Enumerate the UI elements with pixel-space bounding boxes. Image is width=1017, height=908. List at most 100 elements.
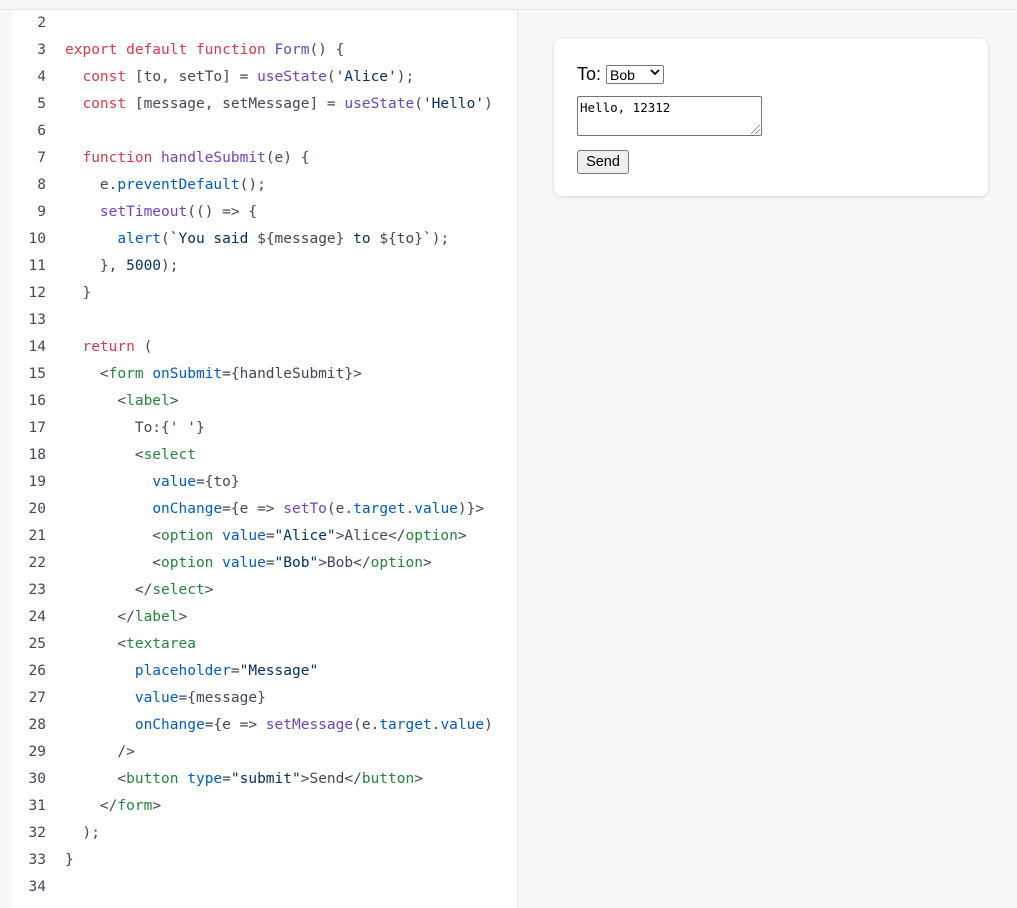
code-line[interactable]: 31 </form>: [12, 793, 517, 820]
code-text: }: [65, 847, 74, 874]
code-token: "Message": [239, 663, 319, 679]
code-line[interactable]: 17 To:{' '}: [12, 415, 517, 442]
code-line[interactable]: 26 placeholder="Message": [12, 658, 517, 685]
code-token: (e) {: [265, 150, 310, 166]
code-line[interactable]: 16 <label>: [12, 388, 517, 415]
code-token: alert: [117, 231, 162, 247]
code-editor[interactable]: 2 3 export default function Form() {4 cons…: [12, 10, 518, 908]
code-token: useState: [344, 96, 415, 112]
code-text: <label>: [65, 388, 178, 415]
code-token: [to, setTo] =: [126, 69, 258, 85]
code-line[interactable]: 21 <option value="Alice">Alice</option>: [12, 523, 517, 550]
resize-handle-icon[interactable]: [751, 125, 760, 134]
code-line[interactable]: 29 />: [12, 739, 517, 766]
code-line[interactable]: 10 alert(`You said ${message} to ${to}`)…: [12, 226, 517, 253]
to-label: To:: [577, 64, 602, 84]
line-number: 16: [28, 393, 46, 409]
line-number: 23: [28, 582, 46, 598]
code-line[interactable]: 28 onChange={e => setMessage(e.target.va…: [12, 712, 517, 739]
code-token: />: [65, 744, 135, 760]
code-line[interactable]: 12 }: [12, 280, 517, 307]
code-token: >Send</: [300, 771, 362, 787]
code-text: value={to}: [65, 469, 240, 496]
code-line[interactable]: 8 e.preventDefault();: [12, 172, 517, 199]
code-line[interactable]: 32 );: [12, 820, 517, 847]
code-content[interactable]: 2 3 export default function Form() {4 cons…: [12, 10, 517, 901]
code-line[interactable]: 22 <option value="Bob">Bob</option>: [12, 550, 517, 577]
code-token: value: [134, 690, 179, 706]
code-text: export default function Form() {: [65, 37, 344, 64]
code-token: <: [65, 528, 162, 544]
code-line[interactable]: 24 </label>: [12, 604, 517, 631]
code-line[interactable]: 6: [12, 118, 517, 145]
code-token: option: [161, 555, 214, 571]
code-token: const: [82, 96, 127, 112]
code-text: <option value="Bob">Bob</option>: [65, 550, 431, 577]
code-text: <select: [65, 442, 196, 469]
code-line[interactable]: 5 const [message, setMessage] = useState…: [12, 91, 517, 118]
code-line[interactable]: 9 setTimeout(() => {: [12, 199, 517, 226]
code-line[interactable]: 33}: [12, 847, 517, 874]
code-token: ): [484, 717, 493, 733]
code-line[interactable]: 3 export default function Form() {: [12, 37, 517, 64]
code-token: }: [65, 852, 74, 868]
code-line[interactable]: 7 function handleSubmit(e) {: [12, 145, 517, 172]
code-token: 'Alice': [335, 69, 397, 85]
code-token: ={e =>: [204, 717, 266, 733]
code-token: ${message}: [257, 231, 345, 247]
code-line[interactable]: 13: [12, 307, 517, 334]
code-token: placeholder: [134, 663, 231, 679]
code-line[interactable]: 23 </select>: [12, 577, 517, 604]
code-token: button: [361, 771, 415, 787]
line-number: 6: [37, 123, 46, 139]
code-token: `: [422, 231, 432, 247]
code-line[interactable]: 2: [12, 10, 517, 37]
code-line[interactable]: 19 value={to}: [12, 469, 517, 496]
code-token: ={to}: [195, 474, 240, 490]
code-token: </: [65, 582, 153, 598]
line-number: 31: [28, 798, 46, 814]
code-token: >Alice</: [335, 528, 406, 544]
send-button[interactable]: Send: [577, 150, 629, 174]
code-text: return (: [65, 334, 152, 361]
code-line[interactable]: 20 onChange={e => setTo(e.target.value)}…: [12, 496, 517, 523]
code-token: =: [265, 555, 275, 571]
code-line[interactable]: 18 <select: [12, 442, 517, 469]
code-line[interactable]: 27 value={message}: [12, 685, 517, 712]
code-text: value={message}: [65, 685, 266, 712]
code-text: <button type="submit">Send</button>: [65, 766, 423, 793]
code-line[interactable]: 34: [12, 874, 517, 901]
code-token: }: [65, 285, 92, 301]
code-line[interactable]: 14 return (: [12, 334, 517, 361]
code-token: Form: [274, 42, 310, 58]
code-line[interactable]: 15 <form onSubmit={handleSubmit}>: [12, 361, 517, 388]
code-token: </: [65, 798, 118, 814]
code-token: setTo: [283, 501, 327, 517]
code-line[interactable]: 11 }, 5000);: [12, 253, 517, 280]
code-token: select: [143, 447, 196, 463]
line-number: 24: [28, 609, 46, 625]
code-line[interactable]: 4 const [to, setTo] = useState('Alice');: [12, 64, 517, 91]
code-token: 5000: [126, 258, 162, 274]
code-token: select: [152, 582, 205, 598]
code-token: >: [178, 609, 188, 625]
code-token: handleSubmit: [161, 150, 266, 166]
line-number: 26: [28, 663, 46, 679]
code-text: }: [65, 280, 91, 307]
recipient-select[interactable]: Bob: [606, 65, 665, 84]
code-line[interactable]: 25 <textarea: [12, 631, 517, 658]
preview-card: To: Bob Hello, 12312 Send: [554, 39, 988, 196]
message-textarea[interactable]: Hello, 12312: [577, 96, 762, 136]
code-token: to: [344, 231, 380, 247]
code-token: value: [440, 717, 485, 733]
code-token: () {: [309, 42, 345, 58]
code-line[interactable]: 30 <button type="submit">Send</button>: [12, 766, 517, 793]
